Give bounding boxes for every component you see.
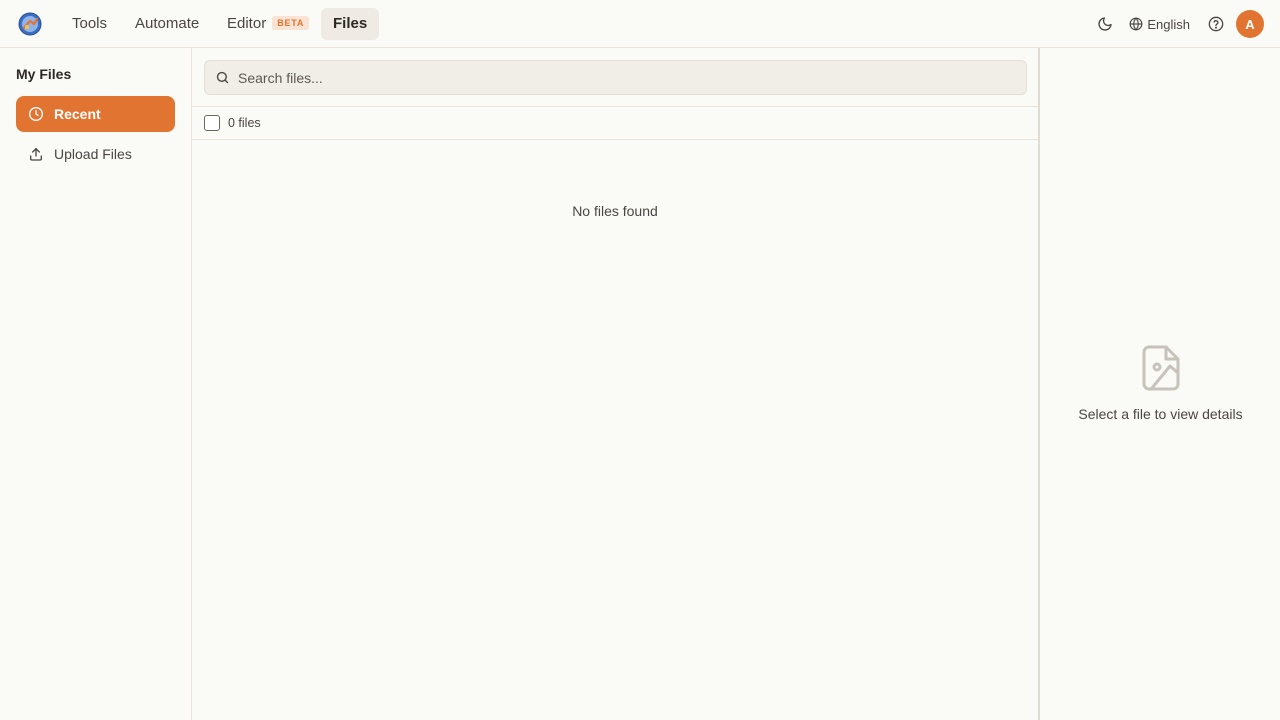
clock-icon xyxy=(29,107,43,121)
app-logo[interactable] xyxy=(18,12,42,36)
search-box[interactable] xyxy=(204,60,1027,95)
sidebar: My Files Recent Upload Files xyxy=(0,48,192,720)
top-navigation-bar: Tools Automate Editor BETA Files English … xyxy=(0,0,1280,48)
sidebar-item-label: Upload Files xyxy=(54,146,132,162)
beta-badge: BETA xyxy=(272,16,310,30)
language-label: English xyxy=(1147,16,1190,32)
upload-icon xyxy=(30,148,42,161)
search-input[interactable] xyxy=(238,69,998,86)
nav-editor-label: Editor xyxy=(227,15,267,32)
nav-automate-label: Automate xyxy=(135,15,200,32)
sidebar-item-upload-files[interactable]: Upload Files xyxy=(16,136,175,172)
moon-icon xyxy=(1098,17,1113,31)
nav-automate[interactable]: Automate xyxy=(123,8,211,40)
sidebar-title: My Files xyxy=(16,66,72,82)
nav-tools[interactable]: Tools xyxy=(60,8,119,40)
list-header: 0 files xyxy=(192,106,1038,140)
empty-state-message: No files found xyxy=(572,203,658,219)
dark-mode-toggle[interactable] xyxy=(1095,14,1115,34)
user-avatar[interactable]: A xyxy=(1236,10,1264,38)
globe-icon xyxy=(1129,17,1143,31)
file-count: 0 files xyxy=(228,116,261,130)
select-all-checkbox[interactable] xyxy=(204,115,220,131)
help-icon xyxy=(1208,16,1224,32)
sidebar-item-recent[interactable]: Recent xyxy=(16,96,175,132)
nav-tools-label: Tools xyxy=(72,15,108,32)
help-button[interactable] xyxy=(1206,14,1226,34)
nav-editor[interactable]: Editor BETA xyxy=(215,8,321,40)
top-right-controls: English A xyxy=(1095,10,1264,38)
file-list-panel: 0 files No files found xyxy=(192,48,1040,720)
search-icon xyxy=(216,71,229,84)
details-empty-message: Select a file to view details xyxy=(1078,406,1243,422)
file-details-panel: Select a file to view details xyxy=(1041,48,1280,720)
nav-files-label: Files xyxy=(333,15,368,32)
sidebar-item-label: Recent xyxy=(54,106,101,122)
file-image-icon xyxy=(1141,345,1181,396)
language-selector[interactable]: English xyxy=(1129,17,1190,32)
nav-files[interactable]: Files xyxy=(321,8,380,40)
